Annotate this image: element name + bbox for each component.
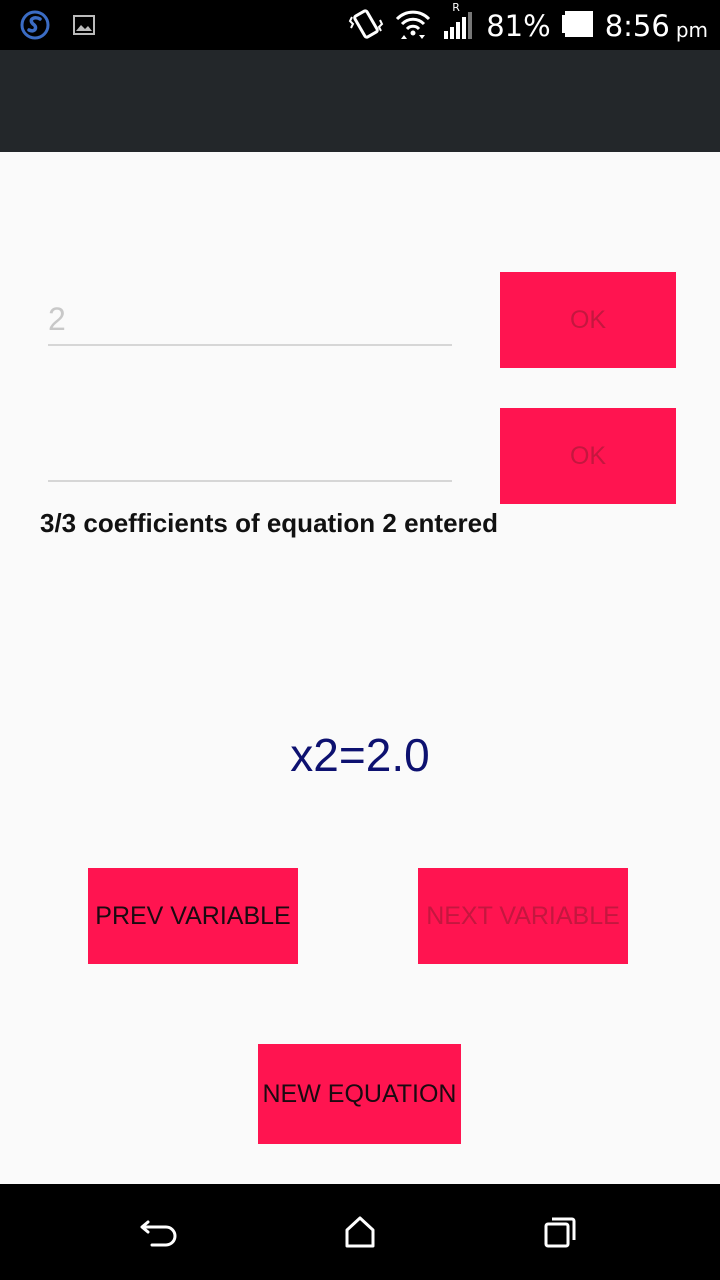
recents-icon[interactable] xyxy=(542,1214,578,1255)
clock-time: 8:56 xyxy=(604,9,670,43)
status-bar-right: R 81% 8:56 pm xyxy=(348,1,708,46)
roaming-label: R xyxy=(452,0,460,14)
coefficient-input-1[interactable] xyxy=(48,296,452,342)
ok-button-1[interactable]: OK xyxy=(500,272,676,368)
vibrate-icon xyxy=(348,7,384,46)
system-nav-bar xyxy=(0,1184,720,1280)
wifi-icon xyxy=(394,7,432,46)
image-notification-icon xyxy=(72,13,96,42)
app-s-icon xyxy=(20,10,50,45)
result-value: x2=2.0 xyxy=(290,729,430,781)
coefficient-input-row-2 xyxy=(48,432,452,482)
app-bar xyxy=(0,50,720,152)
clock-ampm: pm xyxy=(675,18,708,42)
prev-variable-button[interactable]: PREV VARIABLE xyxy=(88,868,298,964)
coefficient-input-row-1 xyxy=(48,296,452,346)
back-icon[interactable] xyxy=(140,1214,180,1255)
new-equation-button[interactable]: NEW EQUATION xyxy=(258,1044,461,1144)
coefficients-status-message: 3/3 coefficients of equation 2 entered xyxy=(40,508,498,538)
coefficient-input-2[interactable] xyxy=(48,432,452,478)
status-bar-left xyxy=(20,10,96,45)
battery-percent: 81% xyxy=(486,9,551,43)
home-icon[interactable] xyxy=(342,1214,378,1255)
battery-icon xyxy=(561,9,595,44)
status-bar: R 81% 8:56 pm xyxy=(0,0,720,50)
signal-icon: R xyxy=(442,1,476,46)
next-variable-button[interactable]: NEXT VARIABLE xyxy=(418,868,628,964)
ok-button-2[interactable]: OK xyxy=(500,408,676,504)
